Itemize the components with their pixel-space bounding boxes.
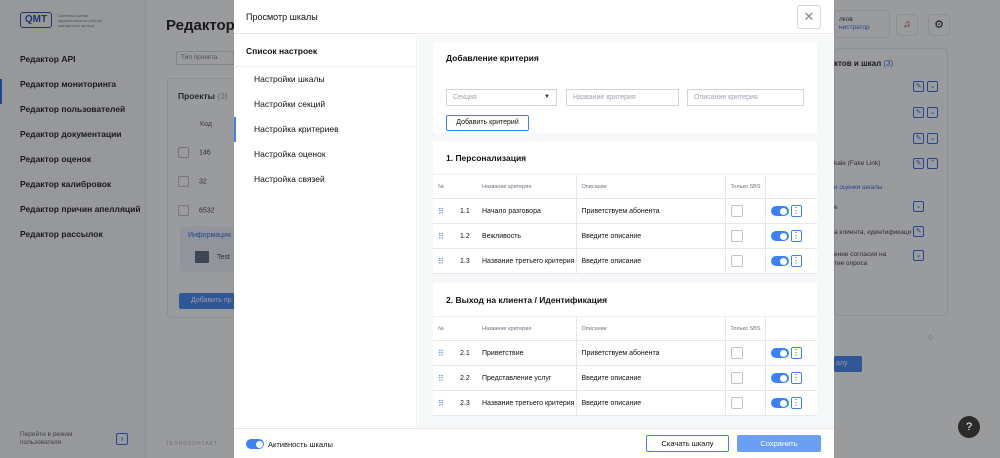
description-header: Описание <box>575 174 725 199</box>
scale-active-toggle[interactable] <box>246 439 264 449</box>
sbs-checkbox[interactable] <box>730 230 743 242</box>
criterion-name: Название третьего критерия <box>477 390 576 416</box>
more-icon[interactable]: ⋮ <box>790 205 802 217</box>
nav-item-grade-settings[interactable]: Настройка оценок <box>234 142 417 167</box>
close-icon[interactable]: ✕ <box>797 5 821 29</box>
sbs-checkbox[interactable] <box>730 397 743 409</box>
caret-down-icon: ▼ <box>544 94 550 100</box>
nav-item-scale-settings[interactable]: Настройки шкалы <box>234 67 417 92</box>
criterion-number: 1.1 <box>455 198 477 224</box>
num-header: № <box>433 174 455 199</box>
criteria-content: Добавление критерия Секция ▼ Добавить кр… <box>418 35 834 428</box>
sbs-checkbox[interactable] <box>730 347 743 359</box>
criterion-number: 2.3 <box>455 390 477 416</box>
criterion-name: Начало разговора <box>477 198 576 224</box>
criteria-table: № Название критерия Описание Только SBS … <box>433 174 817 274</box>
download-scale-button[interactable]: Скачать шкалу <box>646 435 729 452</box>
num-header: № <box>433 316 455 341</box>
table-row: ⠿ 1.2 Вежливость Введите описание ⋮ <box>433 223 817 249</box>
sbs-header: Только SBS <box>724 316 765 341</box>
criterion-name-input[interactable] <box>566 89 679 106</box>
section-card: 2. Выход на клиента / Идентификация № На… <box>433 283 817 416</box>
active-toggle[interactable] <box>770 373 789 383</box>
sbs-checkbox[interactable] <box>730 205 743 217</box>
settings-nav: Список настроек Настройки шкалы Настройк… <box>234 35 417 428</box>
active-toggle[interactable] <box>770 231 789 241</box>
table-row: ⠿ 2.1 Приветствие Приветствуем абонента … <box>433 340 817 366</box>
help-icon[interactable]: ? <box>958 416 980 438</box>
active-toggle[interactable] <box>770 348 789 358</box>
add-criterion-button[interactable]: Добавить критерий <box>446 115 529 131</box>
table-header-row: № Название критерия Описание Только SBS <box>433 316 817 341</box>
section-title: 1. Персонализация <box>446 153 527 163</box>
sbs-checkbox[interactable] <box>730 372 743 384</box>
scale-active-label: Активность шкалы <box>268 440 333 449</box>
modal-footer: Активность шкалы Скачать шкалу Сохранить <box>234 428 834 458</box>
drag-handle-icon[interactable]: ⠿ <box>438 232 444 241</box>
drag-handle-icon[interactable]: ⠿ <box>438 374 444 383</box>
criterion-description[interactable]: Приветствуем абонента <box>575 198 725 224</box>
criterion-description[interactable]: Введите описание <box>575 223 725 249</box>
criterion-description[interactable]: Введите описание <box>575 248 725 274</box>
scale-view-modal: Просмотр шкалы ✕ Список настроек Настрой… <box>234 0 834 458</box>
criterion-name: Название третьего критерия <box>477 248 576 274</box>
drag-handle-icon[interactable]: ⠿ <box>438 399 444 408</box>
add-criterion-title: Добавление критерия <box>446 53 539 63</box>
nav-item-section-settings[interactable]: Настройки секций <box>234 92 417 117</box>
criterion-number: 2.2 <box>455 365 477 391</box>
modal-body: Список настроек Настройки шкалы Настройк… <box>234 35 834 428</box>
criterion-description-input[interactable] <box>687 89 804 106</box>
active-toggle[interactable] <box>770 206 789 216</box>
more-icon[interactable]: ⋮ <box>790 230 802 242</box>
more-icon[interactable]: ⋮ <box>790 347 802 359</box>
name-header: Название критерия <box>477 316 576 341</box>
section-card: 1. Персонализация № Название критерия Оп… <box>433 141 817 274</box>
more-icon[interactable]: ⋮ <box>790 397 802 409</box>
criterion-name: Вежливость <box>477 223 576 249</box>
active-toggle[interactable] <box>770 398 789 408</box>
section-title: 2. Выход на клиента / Идентификация <box>446 295 608 305</box>
description-header: Описание <box>575 316 725 341</box>
table-row: ⠿ 1.3 Название третьего критерия Введите… <box>433 248 817 274</box>
drag-handle-icon[interactable]: ⠿ <box>438 349 444 358</box>
criterion-number: 1.3 <box>455 248 477 274</box>
section-select[interactable]: Секция ▼ <box>446 89 557 106</box>
add-criterion-card: Добавление критерия Секция ▼ Добавить кр… <box>433 42 817 133</box>
criterion-name: Представление услуг <box>477 365 576 391</box>
more-icon[interactable]: ⋮ <box>790 255 802 267</box>
drag-handle-icon[interactable]: ⠿ <box>438 207 444 216</box>
criterion-description[interactable]: Введите описание <box>575 365 725 391</box>
drag-handle-icon[interactable]: ⠿ <box>438 257 444 266</box>
active-toggle[interactable] <box>770 256 789 266</box>
table-header-row: № Название критерия Описание Только SBS <box>433 174 817 199</box>
modal-header: Просмотр шкалы ✕ <box>234 0 834 34</box>
settings-nav-title: Список настроек <box>246 46 318 56</box>
nav-item-link-settings[interactable]: Настройка связей <box>234 167 417 192</box>
more-icon[interactable]: ⋮ <box>790 372 802 384</box>
nav-item-criteria-settings[interactable]: Настройка критериев <box>234 117 417 142</box>
criterion-number: 2.1 <box>455 340 477 366</box>
criterion-description[interactable]: Введите описание <box>575 390 725 416</box>
name-header: Название критерия <box>477 174 576 199</box>
criterion-number: 1.2 <box>455 223 477 249</box>
criterion-description[interactable]: Приветствуем абонента <box>575 340 725 366</box>
section-select-value: Секция <box>453 94 477 101</box>
modal-title: Просмотр шкалы <box>246 12 318 22</box>
table-row: ⠿ 2.3 Название третьего критерия Введите… <box>433 390 817 416</box>
criterion-name: Приветствие <box>477 340 576 366</box>
sbs-checkbox[interactable] <box>730 255 743 267</box>
table-row: ⠿ 1.1 Начало разговора Приветствуем абон… <box>433 198 817 224</box>
criteria-table: № Название критерия Описание Только SBS … <box>433 316 817 416</box>
sbs-header: Только SBS <box>724 174 765 199</box>
table-row: ⠿ 2.2 Представление услуг Введите описан… <box>433 365 817 391</box>
save-button[interactable]: Сохранить <box>737 435 821 452</box>
